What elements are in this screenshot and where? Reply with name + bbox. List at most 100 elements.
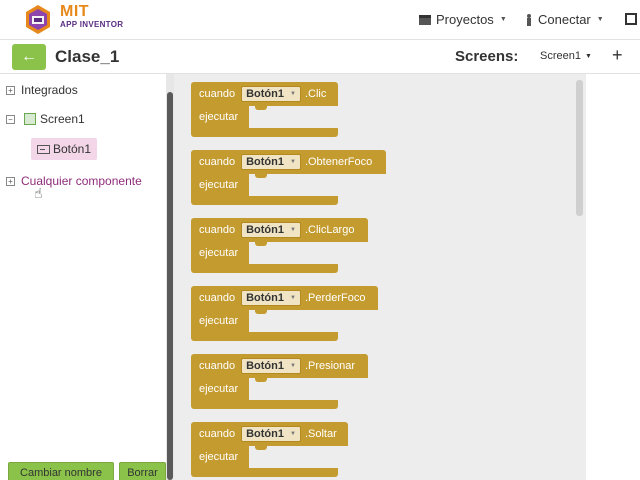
component-dropdown[interactable]: Botón1 ▼ [241, 358, 301, 374]
expand-icon[interactable]: + [6, 176, 15, 186]
folder-icon [419, 14, 431, 25]
app-inventor-logo-icon[interactable] [18, 3, 58, 37]
tree-item-label: Integrados [21, 83, 78, 97]
chevron-down-icon: ▼ [289, 91, 296, 97]
component-dropdown[interactable]: Botón1 ▼ [241, 86, 301, 102]
workspace-scrollbar-thumb[interactable] [576, 80, 583, 216]
statement-notch [255, 378, 267, 382]
event-name: .ClicLargo [304, 224, 355, 236]
event-block-header[interactable]: cuando Botón1 ▼ .Presionar [191, 354, 368, 378]
tree-item-screen[interactable]: − Screen1 [6, 112, 85, 126]
logo-subtitle: APP INVENTOR [60, 20, 124, 29]
chevron-down-icon: ▼ [584, 52, 592, 60]
chevron-down-icon: ▼ [289, 227, 296, 233]
statement-notch [255, 174, 267, 178]
event-block-footer [191, 264, 338, 273]
top-bar: MIT APP INVENTOR Proyectos ▼ Conectar ▼ [0, 0, 640, 40]
event-block[interactable]: cuando Botón1 ▼ .Clic ejecutar [191, 82, 338, 137]
nav-more[interactable] [624, 12, 638, 26]
screen-select-value: Screen1 [540, 50, 581, 62]
event-block-header[interactable]: cuando Botón1 ▼ .PerderFoco [191, 286, 378, 310]
screens-label: Screens: [455, 48, 519, 65]
project-name: Clase_1 [55, 47, 120, 66]
event-block-when-label: cuando [199, 88, 236, 100]
rename-button[interactable]: Cambiar nombre [8, 462, 114, 480]
event-block-header[interactable]: cuando Botón1 ▼ .Clic [191, 82, 338, 106]
blocks-tree-panel: + Integrados − Screen1 Botón1 + Cualquie… [0, 74, 168, 480]
tree-item-boton[interactable]: Botón1 [31, 138, 98, 160]
add-screen-button[interactable]: + [612, 45, 623, 66]
event-block-footer [191, 196, 338, 205]
chevron-down-icon: ▼ [499, 16, 507, 23]
right-gutter [586, 74, 640, 480]
statement-notch [255, 106, 267, 110]
event-block-do-row: ejecutar [191, 106, 249, 128]
screen-icon [24, 113, 36, 125]
statement-slot[interactable] [249, 242, 368, 264]
event-block-do-row: ejecutar [191, 242, 249, 264]
component-dropdown-label: Botón1 [246, 292, 284, 304]
chevron-down-icon: ▼ [289, 159, 296, 165]
event-block-header[interactable]: cuando Botón1 ▼ .ClicLargo [191, 218, 368, 242]
event-block-when-label: cuando [199, 156, 236, 168]
event-block[interactable]: cuando Botón1 ▼ .ClicLargo ejecutar [191, 218, 368, 273]
event-name: .ObtenerFoco [304, 156, 373, 168]
event-block-do-label: ejecutar [199, 383, 239, 395]
statement-slot[interactable] [249, 378, 368, 400]
tree-item-label: Screen1 [40, 112, 85, 126]
nav-connect[interactable]: Conectar ▼ [524, 12, 604, 27]
event-block-do-row: ejecutar [191, 446, 249, 468]
project-toolbar: ← Clase_1 Screens: Screen1 ▼ + [0, 40, 640, 74]
event-block-do-label: ejecutar [199, 315, 239, 327]
event-block-footer [191, 468, 338, 477]
event-block-do-row: ejecutar [191, 310, 249, 332]
back-button[interactable]: ← [12, 44, 46, 70]
component-dropdown[interactable]: Botón1 ▼ [241, 154, 301, 170]
event-block-do-label: ejecutar [199, 451, 239, 463]
event-block[interactable]: cuando Botón1 ▼ .PerderFoco ejecutar [191, 286, 378, 341]
component-dropdown[interactable]: Botón1 ▼ [241, 222, 301, 238]
nav-projects[interactable]: Proyectos ▼ [418, 12, 507, 27]
event-block-when-label: cuando [199, 292, 236, 304]
statement-notch [255, 310, 267, 314]
event-name: .Presionar [304, 360, 356, 372]
event-block-do-row: ejecutar [191, 378, 249, 400]
nav-connect-label: Conectar [538, 12, 591, 27]
screen-select[interactable]: Screen1 ▼ [540, 50, 592, 62]
event-block-do-label: ejecutar [199, 247, 239, 259]
event-block[interactable]: cuando Botón1 ▼ .Presionar ejecutar [191, 354, 368, 409]
component-dropdown-label: Botón1 [246, 156, 284, 168]
event-name: .Soltar [304, 428, 337, 440]
component-dropdown[interactable]: Botón1 ▼ [241, 426, 301, 442]
component-dropdown-label: Botón1 [246, 428, 284, 440]
event-block-do-label: ejecutar [199, 179, 239, 191]
event-block-when-label: cuando [199, 360, 236, 372]
left-panel-scrollbar-thumb[interactable] [167, 92, 173, 480]
event-block-header[interactable]: cuando Botón1 ▼ .Soltar [191, 422, 348, 446]
component-dropdown-label: Botón1 [246, 360, 284, 372]
tree-item-any-component[interactable]: + Cualquier componente [6, 174, 142, 188]
event-block-do-label: ejecutar [199, 111, 239, 123]
statement-slot[interactable] [249, 310, 378, 332]
collapse-icon[interactable]: − [6, 114, 15, 124]
component-dropdown-label: Botón1 [246, 88, 284, 100]
event-name: .Clic [304, 88, 327, 100]
chevron-down-icon: ▼ [289, 295, 296, 301]
event-block-header[interactable]: cuando Botón1 ▼ .ObtenerFoco [191, 150, 386, 174]
chevron-down-icon: ▼ [596, 16, 604, 23]
tree-item-label: Botón1 [53, 142, 92, 156]
component-dropdown[interactable]: Botón1 ▼ [241, 290, 301, 306]
event-block-do-row: ejecutar [191, 174, 249, 196]
arrow-left-icon: ← [21, 48, 37, 65]
event-block-footer [191, 332, 338, 341]
event-block[interactable]: cuando Botón1 ▼ .ObtenerFoco ejecutar [191, 150, 386, 205]
tree-item-integrados[interactable]: + Integrados [6, 83, 78, 97]
chevron-down-icon: ▼ [289, 431, 296, 437]
expand-icon[interactable]: + [6, 85, 15, 95]
logo-title: MIT [60, 3, 90, 20]
statement-slot[interactable] [249, 174, 386, 196]
event-block-when-label: cuando [199, 224, 236, 236]
delete-button[interactable]: Borrar [119, 462, 166, 480]
chevron-down-icon: ▼ [289, 363, 296, 369]
event-block[interactable]: cuando Botón1 ▼ .Soltar ejecutar [191, 422, 348, 477]
